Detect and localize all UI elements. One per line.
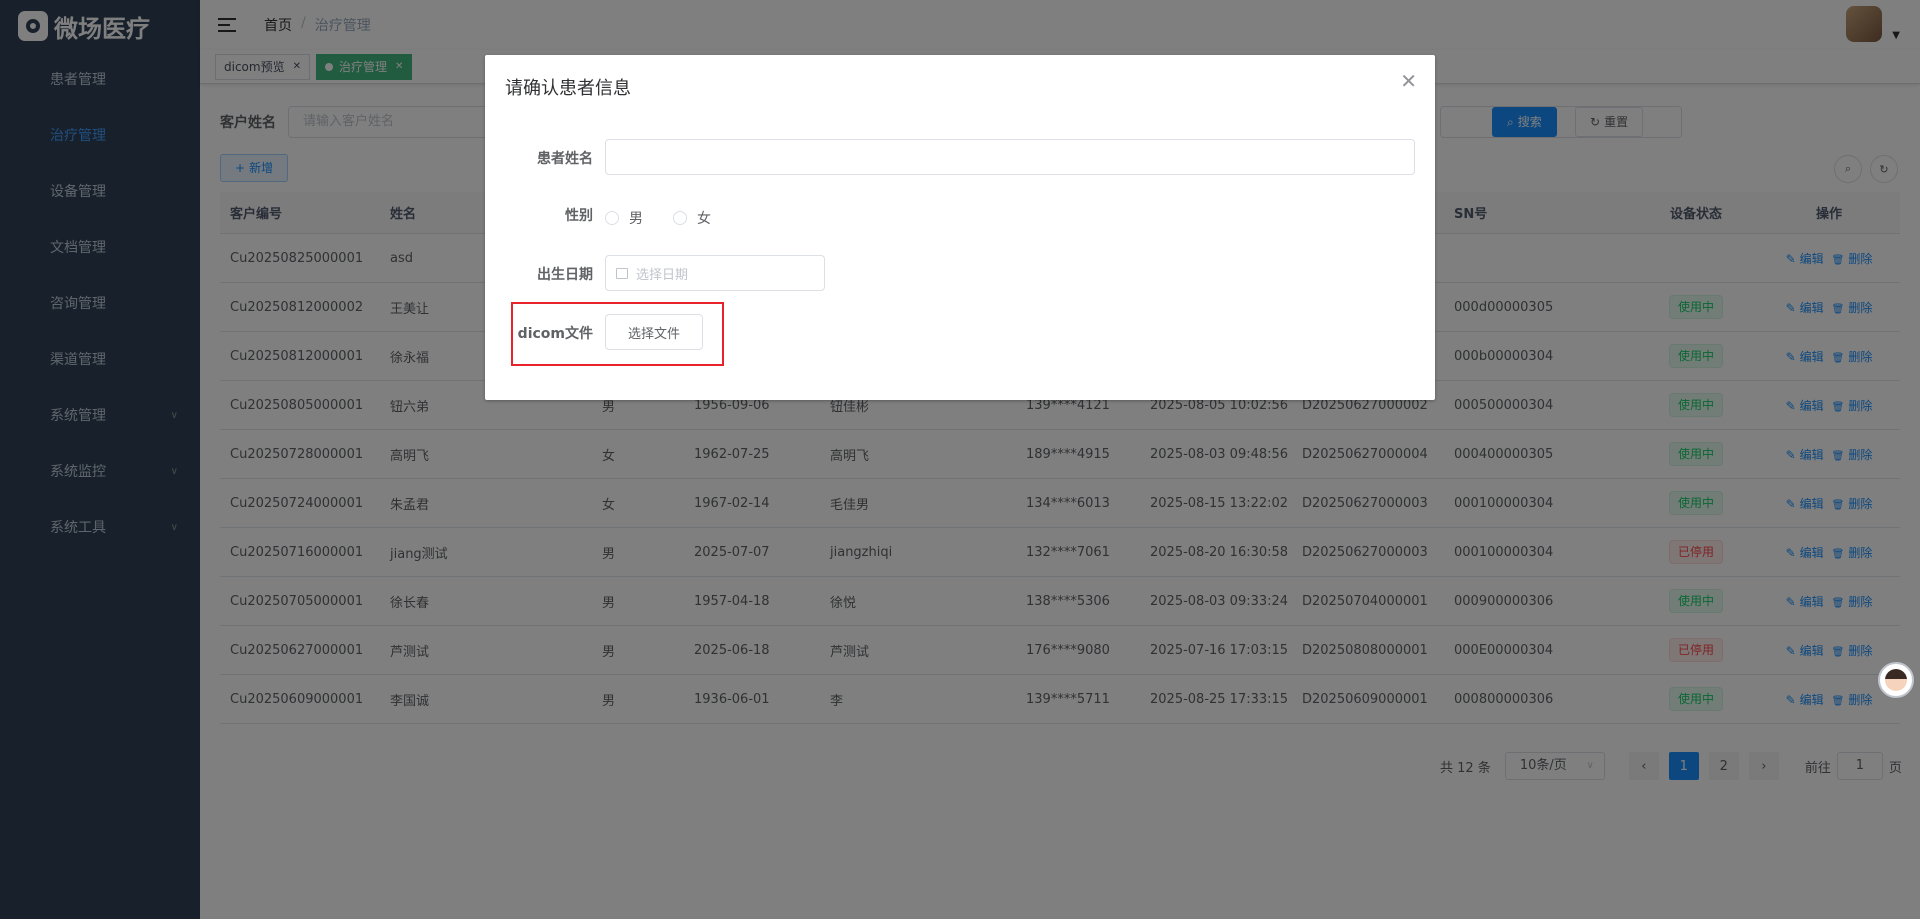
calendar-icon	[616, 267, 628, 279]
gender-radio-male[interactable]: 男	[605, 208, 643, 228]
dialog-title: 请确认患者信息	[505, 78, 631, 99]
patient-name-label: 患者姓名	[537, 151, 593, 167]
gender-label: 性别	[565, 208, 593, 224]
birth-date-picker[interactable]: 选择日期	[605, 255, 825, 291]
confirm-patient-dialog: 请确认患者信息 ✕ 患者姓名 性别 男 女 出生日期 选择日期 dicom文件 …	[485, 55, 1435, 400]
radio-label: 女	[697, 211, 711, 227]
radio-icon	[605, 211, 619, 225]
assistant-avatar-icon[interactable]	[1878, 662, 1914, 698]
gender-radio-female[interactable]: 女	[673, 208, 711, 228]
radio-label: 男	[629, 211, 643, 227]
choose-file-button[interactable]: 选择文件	[605, 314, 703, 350]
close-icon[interactable]: ✕	[1400, 69, 1417, 93]
patient-name-input[interactable]	[605, 139, 1415, 175]
radio-icon	[673, 211, 687, 225]
birth-date-label: 出生日期	[537, 267, 593, 283]
dicom-file-label: dicom文件	[517, 326, 593, 342]
birth-date-placeholder: 选择日期	[636, 267, 689, 283]
